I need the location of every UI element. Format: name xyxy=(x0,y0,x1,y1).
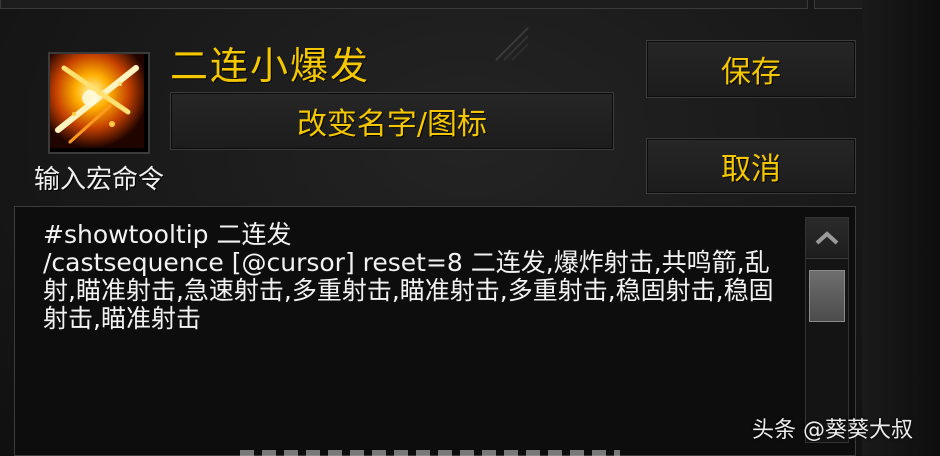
top-panel-edge-right xyxy=(814,0,864,9)
scroll-thumb[interactable] xyxy=(809,270,845,322)
window-right-edge xyxy=(862,0,940,456)
macro-text-editor[interactable]: #showtooltip 二连发 /castsequence [@cursor]… xyxy=(14,206,856,456)
cut-off-text-below xyxy=(240,450,620,456)
resize-grip-decoration xyxy=(495,27,529,61)
macro-command-text[interactable]: #showtooltip 二连发 /castsequence [@cursor]… xyxy=(43,221,793,333)
chevron-up-icon xyxy=(815,231,839,245)
change-name-icon-button[interactable]: 改变名字/图标 xyxy=(170,92,614,150)
watermark: 头条 @葵葵大叔 xyxy=(752,418,913,443)
macro-command-label: 输入宏命令 xyxy=(34,165,165,195)
macro-editor-window: 二连小爆发 改变名字/图标 保存 取消 输入宏命令 #showtooltip 二… xyxy=(0,0,940,456)
cancel-button[interactable]: 取消 xyxy=(646,138,856,194)
save-button[interactable]: 保存 xyxy=(646,40,856,98)
scroll-up-button[interactable] xyxy=(806,218,848,259)
macro-name-title: 二连小爆发 xyxy=(170,44,371,88)
fire-arrows-icon[interactable] xyxy=(48,52,150,154)
editor-scrollbar[interactable] xyxy=(805,217,849,443)
top-panel-edge xyxy=(0,0,808,9)
